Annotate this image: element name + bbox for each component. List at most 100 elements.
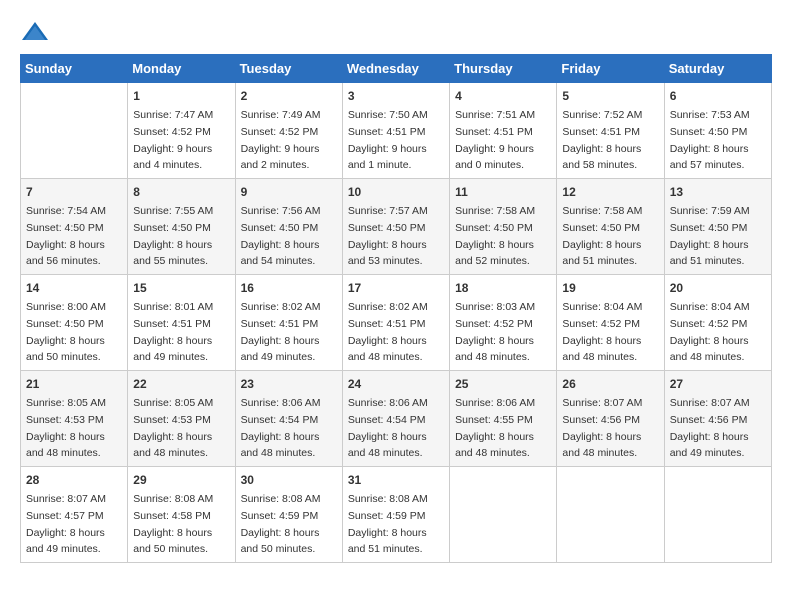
calendar-body: 1 Sunrise: 7:47 AM Sunset: 4:52 PM Daylig… [21,83,772,563]
day-info: Sunrise: 8:08 AM Sunset: 4:59 PM Dayligh… [241,493,321,555]
day-info: Sunrise: 7:53 AM Sunset: 4:50 PM Dayligh… [670,109,750,171]
day-number: 29 [133,471,229,489]
day-number: 20 [670,279,766,297]
day-number: 19 [562,279,658,297]
day-number: 4 [455,87,551,105]
calendar-week-row: 7 Sunrise: 7:54 AM Sunset: 4:50 PM Daylig… [21,179,772,275]
calendar-header-row: SundayMondayTuesdayWednesdayThursdayFrid… [21,55,772,83]
day-number: 30 [241,471,337,489]
calendar-day-cell: 28 Sunrise: 8:07 AM Sunset: 4:57 PM Dayli… [21,467,128,563]
calendar-day-header: Tuesday [235,55,342,83]
calendar-week-row: 21Sunrise: 8:05 AM Sunset: 4:53 PM Dayli… [21,371,772,467]
day-info: Sunrise: 8:04 AM Sunset: 4:52 PM Dayligh… [670,301,750,363]
day-number: 5 [562,87,658,105]
day-info: Sunrise: 7:49 AM Sunset: 4:52 PM Dayligh… [241,109,321,171]
day-info: Sunrise: 8:08 AM Sunset: 4:59 PM Dayligh… [348,493,428,555]
day-number: 28 [26,471,122,489]
day-number: 7 [26,183,122,201]
calendar-day-cell: 14 Sunrise: 8:00 AM Sunset: 4:50 PM Dayli… [21,275,128,371]
day-info: Sunrise: 8:04 AM Sunset: 4:52 PM Dayligh… [562,301,642,363]
day-number: 31 [348,471,444,489]
day-number: 18 [455,279,551,297]
calendar-day-cell: 7 Sunrise: 7:54 AM Sunset: 4:50 PM Daylig… [21,179,128,275]
calendar-day-cell: 9 Sunrise: 7:56 AM Sunset: 4:50 PM Daylig… [235,179,342,275]
calendar-week-row: 1 Sunrise: 7:47 AM Sunset: 4:52 PM Daylig… [21,83,772,179]
day-number: 8 [133,183,229,201]
day-number: 23 [241,375,337,393]
calendar-day-header: Friday [557,55,664,83]
day-info: Sunrise: 7:50 AM Sunset: 4:51 PM Dayligh… [348,109,428,171]
calendar-day-cell: 12 Sunrise: 7:58 AM Sunset: 4:50 PM Dayli… [557,179,664,275]
calendar-day-cell: 25 Sunrise: 8:06 AM Sunset: 4:55 PM Dayli… [450,371,557,467]
calendar-day-cell: 4 Sunrise: 7:51 AM Sunset: 4:51 PM Daylig… [450,83,557,179]
calendar-day-cell [450,467,557,563]
day-number: 13 [670,183,766,201]
calendar-day-cell: 18 Sunrise: 8:03 AM Sunset: 4:52 PM Dayli… [450,275,557,371]
day-number: 17 [348,279,444,297]
day-info: Sunrise: 7:59 AM Sunset: 4:50 PM Dayligh… [670,205,750,267]
day-number: 27 [670,375,766,393]
calendar-day-cell: 11 Sunrise: 7:58 AM Sunset: 4:50 PM Dayli… [450,179,557,275]
day-number: 2 [241,87,337,105]
calendar-day-cell: 22Sunrise: 8:05 AM Sunset: 4:53 PM Dayli… [128,371,235,467]
calendar-day-cell [664,467,771,563]
day-info: Sunrise: 8:01 AM Sunset: 4:51 PM Dayligh… [133,301,213,363]
day-number: 14 [26,279,122,297]
calendar-day-cell: 10Sunrise: 7:57 AM Sunset: 4:50 PM Dayli… [342,179,449,275]
calendar-day-cell: 2 Sunrise: 7:49 AM Sunset: 4:52 PM Daylig… [235,83,342,179]
calendar-day-cell: 26Sunrise: 8:07 AM Sunset: 4:56 PM Dayli… [557,371,664,467]
calendar-day-cell: 23 Sunrise: 8:06 AM Sunset: 4:54 PM Dayli… [235,371,342,467]
calendar-day-cell [557,467,664,563]
calendar-day-cell: 16Sunrise: 8:02 AM Sunset: 4:51 PM Dayli… [235,275,342,371]
page-header [20,20,772,44]
day-info: Sunrise: 7:47 AM Sunset: 4:52 PM Dayligh… [133,109,213,171]
day-number: 15 [133,279,229,297]
day-info: Sunrise: 8:06 AM Sunset: 4:54 PM Dayligh… [348,397,428,459]
calendar-day-cell: 31 Sunrise: 8:08 AM Sunset: 4:59 PM Dayli… [342,467,449,563]
calendar-day-cell: 6Sunrise: 7:53 AM Sunset: 4:50 PM Daylig… [664,83,771,179]
calendar-day-header: Saturday [664,55,771,83]
day-info: Sunrise: 7:55 AM Sunset: 4:50 PM Dayligh… [133,205,213,267]
day-info: Sunrise: 8:07 AM Sunset: 4:57 PM Dayligh… [26,493,106,555]
calendar-day-cell: 17 Sunrise: 8:02 AM Sunset: 4:51 PM Dayli… [342,275,449,371]
calendar-day-header: Thursday [450,55,557,83]
calendar-day-cell: 19 Sunrise: 8:04 AM Sunset: 4:52 PM Dayli… [557,275,664,371]
day-info: Sunrise: 7:56 AM Sunset: 4:50 PM Dayligh… [241,205,321,267]
day-number: 25 [455,375,551,393]
calendar-day-cell: 30 Sunrise: 8:08 AM Sunset: 4:59 PM Dayli… [235,467,342,563]
calendar-day-cell [21,83,128,179]
calendar-day-cell: 21Sunrise: 8:05 AM Sunset: 4:53 PM Dayli… [21,371,128,467]
calendar-day-header: Sunday [21,55,128,83]
day-info: Sunrise: 7:51 AM Sunset: 4:51 PM Dayligh… [455,109,535,171]
day-number: 9 [241,183,337,201]
calendar-day-cell: 20 Sunrise: 8:04 AM Sunset: 4:52 PM Dayli… [664,275,771,371]
calendar-day-cell: 5 Sunrise: 7:52 AM Sunset: 4:51 PM Daylig… [557,83,664,179]
day-number: 11 [455,183,551,201]
calendar-day-cell: 24 Sunrise: 8:06 AM Sunset: 4:54 PM Dayli… [342,371,449,467]
day-info: Sunrise: 8:08 AM Sunset: 4:58 PM Dayligh… [133,493,213,555]
day-number: 12 [562,183,658,201]
logo-icon [20,20,50,44]
calendar-week-row: 28 Sunrise: 8:07 AM Sunset: 4:57 PM Dayli… [21,467,772,563]
day-number: 24 [348,375,444,393]
day-info: Sunrise: 7:52 AM Sunset: 4:51 PM Dayligh… [562,109,642,171]
day-info: Sunrise: 7:54 AM Sunset: 4:50 PM Dayligh… [26,205,106,267]
day-info: Sunrise: 8:03 AM Sunset: 4:52 PM Dayligh… [455,301,535,363]
day-info: Sunrise: 8:07 AM Sunset: 4:56 PM Dayligh… [562,397,642,459]
calendar-day-cell: 13 Sunrise: 7:59 AM Sunset: 4:50 PM Dayli… [664,179,771,275]
day-info: Sunrise: 8:02 AM Sunset: 4:51 PM Dayligh… [348,301,428,363]
calendar-day-cell: 29 Sunrise: 8:08 AM Sunset: 4:58 PM Dayli… [128,467,235,563]
logo [20,20,54,44]
calendar-day-cell: 3 Sunrise: 7:50 AM Sunset: 4:51 PM Daylig… [342,83,449,179]
day-info: Sunrise: 7:58 AM Sunset: 4:50 PM Dayligh… [562,205,642,267]
calendar-day-cell: 8 Sunrise: 7:55 AM Sunset: 4:50 PM Daylig… [128,179,235,275]
calendar-day-cell: 15 Sunrise: 8:01 AM Sunset: 4:51 PM Dayli… [128,275,235,371]
day-info: Sunrise: 8:06 AM Sunset: 4:55 PM Dayligh… [455,397,535,459]
calendar-day-cell: 27Sunrise: 8:07 AM Sunset: 4:56 PM Dayli… [664,371,771,467]
day-number: 3 [348,87,444,105]
day-info: Sunrise: 8:05 AM Sunset: 4:53 PM Dayligh… [26,397,106,459]
day-info: Sunrise: 7:58 AM Sunset: 4:50 PM Dayligh… [455,205,535,267]
day-info: Sunrise: 8:06 AM Sunset: 4:54 PM Dayligh… [241,397,321,459]
day-number: 1 [133,87,229,105]
day-info: Sunrise: 8:00 AM Sunset: 4:50 PM Dayligh… [26,301,106,363]
